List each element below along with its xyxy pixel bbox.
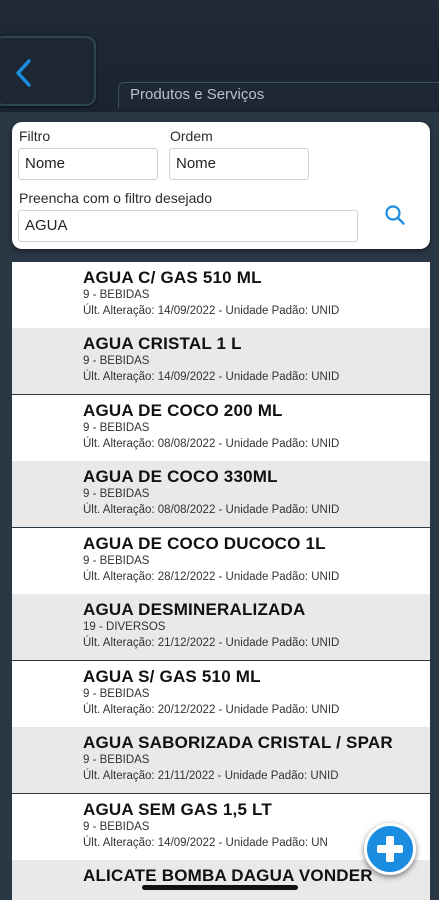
page-title-bar: Produtos e Serviços: [118, 82, 439, 108]
list-item[interactable]: AGUA DE COCO DUCOCO 1L 9 - BEBIDAS Últ. …: [12, 528, 430, 594]
product-category: 19 - DIVERSOS: [83, 621, 166, 633]
product-category: 9 - BEBIDAS: [83, 821, 150, 833]
search-button[interactable]: [384, 204, 406, 231]
product-updated: Últ. Alteração: 21/11/2022 - Unidade Pad…: [83, 770, 339, 782]
product-name: AGUA SABORIZADA CRISTAL / SPAR: [83, 733, 393, 752]
product-list: AGUA C/ GAS 510 ML 9 - BEBIDAS Últ. Alte…: [12, 262, 430, 900]
product-category: 9 - BEBIDAS: [83, 488, 150, 500]
ordem-label: Ordem: [170, 128, 213, 144]
list-item[interactable]: AGUA SABORIZADA CRISTAL / SPAR 9 - BEBID…: [12, 727, 430, 793]
product-name: AGUA SEM GAS 1,5 LT: [83, 800, 272, 819]
add-product-button[interactable]: [364, 823, 416, 875]
search-label: Preencha com o filtro desejado: [19, 190, 212, 206]
product-name: AGUA C/ GAS 510 ML: [83, 268, 262, 287]
back-button[interactable]: [0, 36, 96, 106]
product-category: 9 - BEBIDAS: [83, 688, 150, 700]
product-name: AGUA DE COCO 200 ML: [83, 401, 283, 420]
product-category: 9 - BEBIDAS: [83, 355, 150, 367]
product-category: 9 - BEBIDAS: [83, 422, 150, 434]
product-category: 9 - BEBIDAS: [83, 289, 150, 301]
product-name: AGUA DESMINERALIZADA: [83, 600, 306, 619]
list-item[interactable]: ALICATE BOMBA DAGUA VONDER: [12, 860, 430, 900]
list-item[interactable]: AGUA DE COCO 330ML 9 - BEBIDAS Últ. Alte…: [12, 461, 430, 527]
product-updated: Últ. Alteração: 08/08/2022 - Unidade Pad…: [83, 438, 340, 450]
product-updated: Últ. Alteração: 21/12/2022 - Unidade Pad…: [83, 637, 340, 649]
list-item[interactable]: AGUA DE COCO 200 ML 9 - BEBIDAS Últ. Alt…: [12, 395, 430, 461]
home-indicator: [142, 885, 298, 890]
product-updated: Últ. Alteração: 20/12/2022 - Unidade Pad…: [83, 704, 340, 716]
product-updated: Últ. Alteração: 28/12/2022 - Unidade Pad…: [83, 571, 340, 583]
list-item[interactable]: AGUA C/ GAS 510 ML 9 - BEBIDAS Últ. Alte…: [12, 262, 430, 328]
product-name: ALICATE BOMBA DAGUA VONDER: [83, 866, 373, 885]
product-name: AGUA CRISTAL 1 L: [83, 334, 242, 353]
list-item[interactable]: AGUA DESMINERALIZADA 19 - DIVERSOS Últ. …: [12, 594, 430, 660]
product-name: AGUA S/ GAS 510 ML: [83, 667, 261, 686]
product-updated: Últ. Alteração: 14/09/2022 - Unidade Pad…: [83, 305, 340, 317]
ordem-select[interactable]: Nome: [169, 148, 309, 180]
product-name: AGUA DE COCO 330ML: [83, 467, 278, 486]
top-bar: Produtos e Serviços: [0, 0, 439, 112]
list-item[interactable]: AGUA CRISTAL 1 L 9 - BEBIDAS Últ. Altera…: [12, 328, 430, 394]
product-category: 9 - BEBIDAS: [83, 555, 150, 567]
chevron-left-icon: [16, 59, 31, 87]
filtro-select[interactable]: Nome: [18, 148, 158, 180]
search-input[interactable]: AGUA: [18, 210, 358, 242]
search-icon: [385, 205, 405, 225]
list-item[interactable]: AGUA S/ GAS 510 ML 9 - BEBIDAS Últ. Alte…: [12, 661, 430, 727]
filtro-label: Filtro: [19, 128, 51, 144]
product-updated: Últ. Alteração: 08/08/2022 - Unidade Pad…: [83, 504, 340, 516]
filter-panel: Filtro Nome Ordem Nome Preencha com o fi…: [12, 122, 430, 249]
product-updated: Últ. Alteração: 14/09/2022 - Unidade Pad…: [83, 837, 328, 849]
product-updated: Últ. Alteração: 14/09/2022 - Unidade Pad…: [83, 371, 340, 383]
product-category: 9 - BEBIDAS: [83, 754, 150, 766]
product-name: AGUA DE COCO DUCOCO 1L: [83, 534, 326, 553]
page-title: Produtos e Serviços: [130, 86, 265, 103]
